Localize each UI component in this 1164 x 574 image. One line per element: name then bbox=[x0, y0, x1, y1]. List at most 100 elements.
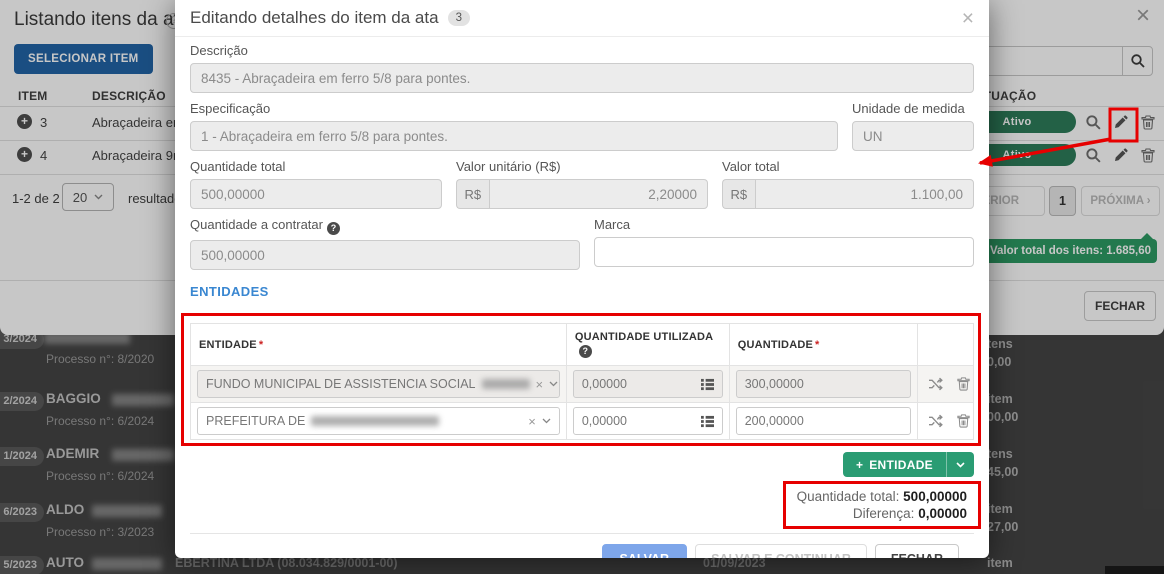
unidade-input[interactable] bbox=[852, 121, 974, 151]
entidade-row: FUNDO MUNICIPAL DE ASSISTENCIA SOCIAL × … bbox=[190, 365, 975, 403]
entidade-name: PREFEITURA DE bbox=[206, 414, 306, 428]
supplier-name: ADEMIR bbox=[46, 446, 100, 461]
clear-selection-icon[interactable]: × bbox=[530, 377, 550, 392]
delete-trash-icon[interactable] bbox=[956, 413, 972, 429]
save-button[interactable]: SALVAR bbox=[601, 544, 688, 558]
utilizada-value: 0,00000 bbox=[581, 414, 628, 428]
ata-number-badge: 2/2024 bbox=[0, 392, 44, 411]
ata-number-badge: 5/2023 bbox=[0, 556, 44, 574]
quantidade-column-header: QUANTIDADE * bbox=[728, 323, 918, 366]
delete-trash-icon[interactable] bbox=[1140, 114, 1157, 131]
page-size-select[interactable]: 20 bbox=[62, 183, 114, 211]
view-icon[interactable] bbox=[1085, 147, 1102, 164]
results-range: 1-2 de 2 bbox=[12, 191, 60, 206]
add-entidade-dropdown-caret[interactable] bbox=[946, 452, 974, 477]
close-icon[interactable]: × bbox=[962, 8, 974, 29]
quantidade-input[interactable]: 200,00000 bbox=[735, 407, 911, 435]
column-header-item: ITEM bbox=[18, 89, 48, 103]
utilizada-column-header: QUANTIDADE UTILIZADA? bbox=[565, 323, 730, 366]
supplier-name: AUTO bbox=[46, 555, 85, 570]
entidade-row: PREFEITURA DE × 0,00000 200,00000 bbox=[190, 402, 975, 440]
help-icon[interactable]: ? bbox=[326, 222, 340, 235]
redacted-text bbox=[92, 505, 162, 517]
supplier-name: ALDO bbox=[46, 502, 85, 517]
quantidade-utilizada-field[interactable]: 0,00000 bbox=[572, 407, 723, 435]
especificacao-input[interactable] bbox=[190, 121, 838, 151]
descricao-input[interactable] bbox=[190, 63, 974, 93]
quantidade-contratar-label: Quantidade a contratar? bbox=[190, 217, 580, 235]
chevron-down-icon bbox=[542, 418, 551, 424]
view-icon[interactable] bbox=[1085, 114, 1102, 131]
fragment-value: 00,00 bbox=[987, 410, 1019, 424]
modal-item-badge: 3 bbox=[447, 10, 470, 26]
edit-pencil-icon[interactable] bbox=[1113, 147, 1130, 164]
page-size-value: 20 bbox=[72, 189, 88, 205]
scrollbar-fragment bbox=[1105, 566, 1164, 574]
edit-pencil-icon[interactable] bbox=[1113, 114, 1130, 131]
valor-total-label: Valor total bbox=[722, 159, 780, 174]
ata-date: 01/09/2023 bbox=[703, 556, 766, 570]
ata-number-badge: 6/2023 bbox=[0, 503, 44, 522]
processo-label: Processo n°: 3/2023 bbox=[46, 525, 155, 539]
modal-footer: SALVAR SALVAR E CONTINUAR FECHAR bbox=[190, 533, 974, 558]
clear-selection-icon[interactable]: × bbox=[522, 414, 542, 429]
close-icon[interactable]: × bbox=[1136, 2, 1150, 30]
transfer-shuffle-icon[interactable] bbox=[928, 376, 944, 392]
descricao-label: Descrição bbox=[190, 43, 248, 58]
processo-label: Processo n°: 6/2024 bbox=[46, 469, 155, 483]
edit-item-modal: Editando detalhes do item da ata 3 × Des… bbox=[175, 0, 989, 558]
delete-trash-icon[interactable] bbox=[1140, 147, 1157, 164]
save-continue-button[interactable]: SALVAR E CONTINUAR bbox=[695, 544, 867, 558]
page-title: Listando itens da ata bbox=[14, 9, 190, 30]
redacted-text bbox=[311, 416, 440, 426]
fragment-text: item bbox=[987, 502, 1013, 516]
diferenca-value: 0,00000 bbox=[918, 506, 967, 521]
supplier-company: EBERTINA LTDA (08.034.829/0001-00) bbox=[175, 556, 398, 570]
expand-row-icon[interactable]: + bbox=[17, 147, 32, 162]
entidade-name: FUNDO MUNICIPAL DE ASSISTENCIA SOCIAL bbox=[206, 377, 476, 391]
item-number: 4 bbox=[40, 148, 48, 163]
quantidade-input[interactable]: 300,00000 bbox=[735, 370, 911, 398]
redacted-text bbox=[112, 449, 174, 461]
search-button[interactable] bbox=[1122, 46, 1153, 76]
items-total-badge: Valor total dos itens: 1.685,60 bbox=[984, 239, 1157, 263]
redacted-text bbox=[112, 394, 174, 406]
entidades-table-wrapper: ENTIDADE * QUANTIDADE UTILIZADA? QUANTIDA… bbox=[181, 313, 981, 446]
help-icon[interactable]: ? bbox=[578, 345, 592, 358]
valor-unitario-input[interactable] bbox=[488, 179, 708, 209]
modal-close-button[interactable]: FECHAR bbox=[874, 544, 959, 558]
detail-grid-icon[interactable] bbox=[700, 378, 714, 391]
quantidade-total-label: Quantidade total bbox=[190, 159, 286, 174]
valor-total-input[interactable] bbox=[754, 179, 974, 209]
card-close-button[interactable]: FECHAR bbox=[1084, 291, 1156, 321]
quantidade-utilizada-field[interactable]: 0,00000 bbox=[572, 370, 723, 398]
quantidade-contratar-input[interactable] bbox=[190, 240, 580, 270]
fragment-value: 45,00 bbox=[987, 465, 1019, 479]
select-item-button[interactable]: SELECIONAR ITEM bbox=[14, 44, 153, 74]
expand-row-icon[interactable]: + bbox=[17, 114, 32, 129]
current-page-button[interactable]: 1 bbox=[1049, 186, 1076, 216]
transfer-shuffle-icon[interactable] bbox=[928, 413, 944, 429]
redacted-text bbox=[481, 379, 530, 389]
next-page-button[interactable]: PRÓXIMA › bbox=[1081, 186, 1160, 216]
entidade-select[interactable]: PREFEITURA DE × bbox=[197, 407, 560, 435]
fragment-text: tens bbox=[987, 337, 1013, 351]
entidade-select[interactable]: FUNDO MUNICIPAL DE ASSISTENCIA SOCIAL × bbox=[197, 370, 560, 398]
quantidade-value: 300,00000 bbox=[744, 377, 804, 391]
required-asterisk: * bbox=[258, 338, 264, 351]
redacted-text bbox=[92, 558, 162, 570]
add-entidade-button[interactable]: + ENTIDADE bbox=[842, 452, 946, 477]
detail-grid-icon[interactable] bbox=[700, 415, 714, 428]
entidade-column-header: ENTIDADE * bbox=[190, 323, 567, 366]
currency-addon: R$ bbox=[722, 179, 755, 209]
valor-unitario-label: Valor unitário (R$) bbox=[456, 159, 561, 174]
marca-input[interactable] bbox=[594, 237, 974, 267]
fragment-value: 27,00 bbox=[987, 520, 1019, 534]
delete-trash-icon[interactable] bbox=[956, 376, 972, 392]
quantidade-total-input[interactable] bbox=[190, 179, 442, 209]
supplier-name: BAGGIO bbox=[46, 391, 101, 406]
item-number: 3 bbox=[40, 115, 48, 130]
fragment-text: item bbox=[987, 556, 1013, 570]
required-asterisk: * bbox=[815, 338, 820, 351]
modal-header: Editando detalhes do item da ata 3 × bbox=[175, 0, 989, 37]
